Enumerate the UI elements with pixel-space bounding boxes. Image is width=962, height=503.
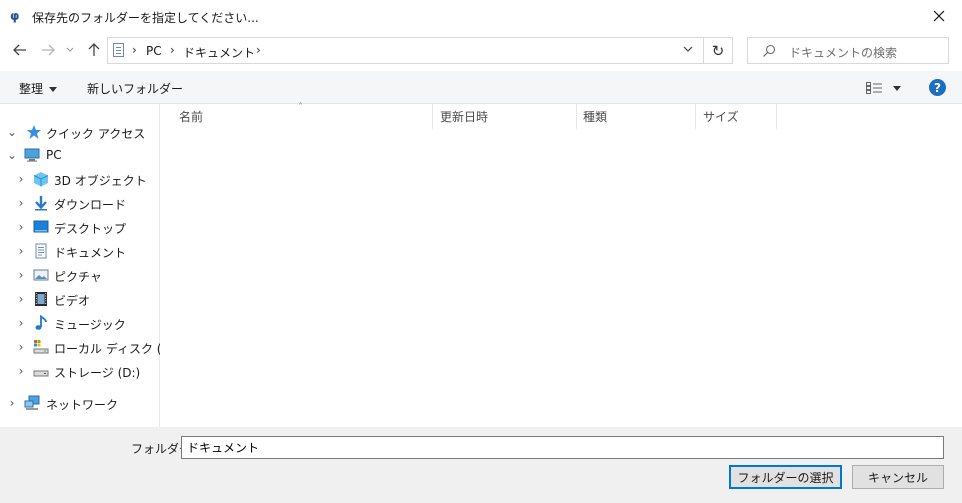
nav-label: ビデオ: [54, 294, 91, 308]
videos-icon: [35, 292, 47, 306]
chevron-right-icon[interactable]: ›: [15, 340, 27, 354]
help-button[interactable]: ?: [929, 79, 946, 96]
organize-label: 整理: [19, 82, 44, 96]
breadcrumb-separator-icon[interactable]: ›: [132, 43, 137, 57]
address-bar[interactable]: › PC › ドキュメント ›: [107, 37, 704, 64]
nav-label: ピクチャ: [54, 270, 102, 284]
nav-item-documents[interactable]: › ドキュメント: [0, 240, 159, 262]
nav-item-pc[interactable]: ⌄ PC: [0, 144, 159, 166]
view-details-icon: [866, 82, 882, 94]
star-icon: [27, 125, 41, 139]
nav-item-music[interactable]: › ミュージック: [0, 312, 159, 334]
column-divider[interactable]: [695, 104, 696, 129]
documents-icon: [113, 43, 124, 57]
column-divider[interactable]: [576, 104, 577, 129]
cancel-button[interactable]: キャンセル: [852, 465, 944, 489]
chevron-down-icon: [893, 86, 901, 91]
nav-item-pictures[interactable]: › ピクチャ: [0, 264, 159, 286]
3d-objects-icon: [33, 172, 49, 187]
close-button[interactable]: [916, 0, 962, 31]
window-title: 保存先のフォルダーを指定してください...: [32, 11, 259, 25]
nav-label: ストレージ (D:): [54, 366, 141, 380]
nav-item-desktop[interactable]: › デスクトップ: [0, 216, 159, 238]
app-icon: φ: [10, 9, 20, 23]
chevron-down-icon[interactable]: ⌄: [6, 125, 18, 139]
nav-item-network[interactable]: › ネットワーク: [0, 392, 159, 414]
nav-label: ネットワーク: [46, 398, 119, 412]
nav-label: デスクトップ: [54, 222, 127, 236]
back-button[interactable]: [10, 40, 30, 60]
chevron-right-icon[interactable]: ›: [6, 396, 18, 410]
new-folder-button[interactable]: 新しいフォルダー: [87, 80, 183, 97]
address-dropdown-icon[interactable]: [683, 44, 693, 54]
documents-icon: [35, 243, 47, 259]
up-button[interactable]: [84, 40, 104, 60]
music-icon: [35, 315, 47, 330]
search-placeholder: ドキュメントの検索: [789, 46, 898, 60]
column-header-size[interactable]: サイズ: [703, 104, 739, 129]
up-arrow-icon: [88, 43, 100, 56]
help-icon: ?: [934, 80, 941, 95]
folder-name-input[interactable]: [181, 436, 944, 459]
nav-label: ミュージック: [54, 318, 126, 332]
close-icon: [933, 10, 945, 21]
folder-picker-dialog: φ 保存先のフォルダーを指定してください... › PC › ドキュメント › …: [0, 0, 962, 503]
organize-button[interactable]: 整理: [19, 80, 58, 97]
search-icon: [763, 44, 776, 57]
title-bar: φ 保存先のフォルダーを指定してください...: [0, 0, 962, 32]
chevron-right-icon[interactable]: ›: [15, 364, 27, 378]
nav-label: ドキュメント: [54, 246, 127, 260]
nav-label: クイック アクセス: [46, 127, 146, 141]
chevron-down-icon: [66, 47, 74, 52]
column-header-modified[interactable]: 更新日時: [440, 104, 488, 129]
nav-item-videos[interactable]: › ビデオ: [0, 288, 159, 310]
chevron-right-icon[interactable]: ›: [15, 172, 27, 186]
select-folder-button[interactable]: フォルダーの選択: [729, 465, 842, 489]
breadcrumb-pc[interactable]: PC: [146, 44, 162, 58]
nav-label: ダウンロード: [54, 198, 127, 212]
chevron-right-icon[interactable]: ›: [15, 292, 27, 306]
pictures-icon: [33, 269, 49, 281]
column-header-name[interactable]: 名前: [179, 104, 203, 129]
chevron-down-icon: [49, 87, 58, 92]
chevron-right-icon[interactable]: ›: [15, 268, 27, 282]
column-divider[interactable]: [776, 104, 777, 129]
refresh-icon: ↻: [711, 41, 725, 60]
nav-label: PC: [46, 148, 62, 162]
forward-button[interactable]: [38, 40, 58, 60]
local-disk-icon: [33, 340, 49, 354]
column-divider[interactable]: [432, 104, 433, 129]
desktop-icon: [33, 220, 49, 233]
chevron-right-icon[interactable]: ›: [15, 244, 27, 258]
column-header-type[interactable]: 種類: [583, 104, 607, 129]
drive-icon: [33, 370, 49, 377]
command-bar: 整理 新しいフォルダー: [0, 71, 962, 104]
chevron-right-icon[interactable]: ›: [15, 220, 27, 234]
breadcrumb-documents[interactable]: ドキュメント: [183, 44, 255, 61]
navigation-pane[interactable]: ⌄ クイック アクセス ⌄ PC › 3D オブジェクト › ダウンロード › …: [0, 104, 179, 427]
nav-item-storage-d[interactable]: › ストレージ (D:): [0, 360, 159, 382]
forward-arrow-icon: [42, 44, 55, 56]
chevron-down-icon[interactable]: ⌄: [6, 148, 18, 162]
refresh-button[interactable]: ↻: [704, 37, 733, 64]
file-list[interactable]: ˄ 名前 更新日時 種類 サイズ: [160, 102, 962, 427]
downloads-icon: [35, 196, 47, 211]
view-options-button[interactable]: [866, 82, 902, 96]
chevron-right-icon[interactable]: ›: [15, 316, 27, 330]
breadcrumb-separator-icon[interactable]: ›: [170, 43, 175, 57]
computer-icon: [24, 148, 40, 162]
network-icon: [24, 395, 40, 410]
recent-locations-button[interactable]: [63, 40, 77, 60]
sort-ascending-icon: ˄: [298, 102, 303, 113]
nav-item-3d-objects[interactable]: › 3D オブジェクト: [0, 168, 159, 190]
nav-item-quick-access[interactable]: ⌄ クイック アクセス: [0, 121, 159, 143]
nav-item-local-disk[interactable]: › ローカル ディスク (C:): [0, 336, 179, 358]
breadcrumb-separator-icon[interactable]: ›: [256, 43, 261, 57]
back-arrow-icon: [13, 44, 26, 56]
search-box[interactable]: ドキュメントの検索: [747, 37, 949, 64]
dialog-footer: フォルダー: フォルダーの選択 キャンセル: [0, 427, 962, 503]
chevron-right-icon[interactable]: ›: [15, 196, 27, 210]
nav-item-downloads[interactable]: › ダウンロード: [0, 192, 159, 214]
nav-label: 3D オブジェクト: [54, 174, 147, 188]
